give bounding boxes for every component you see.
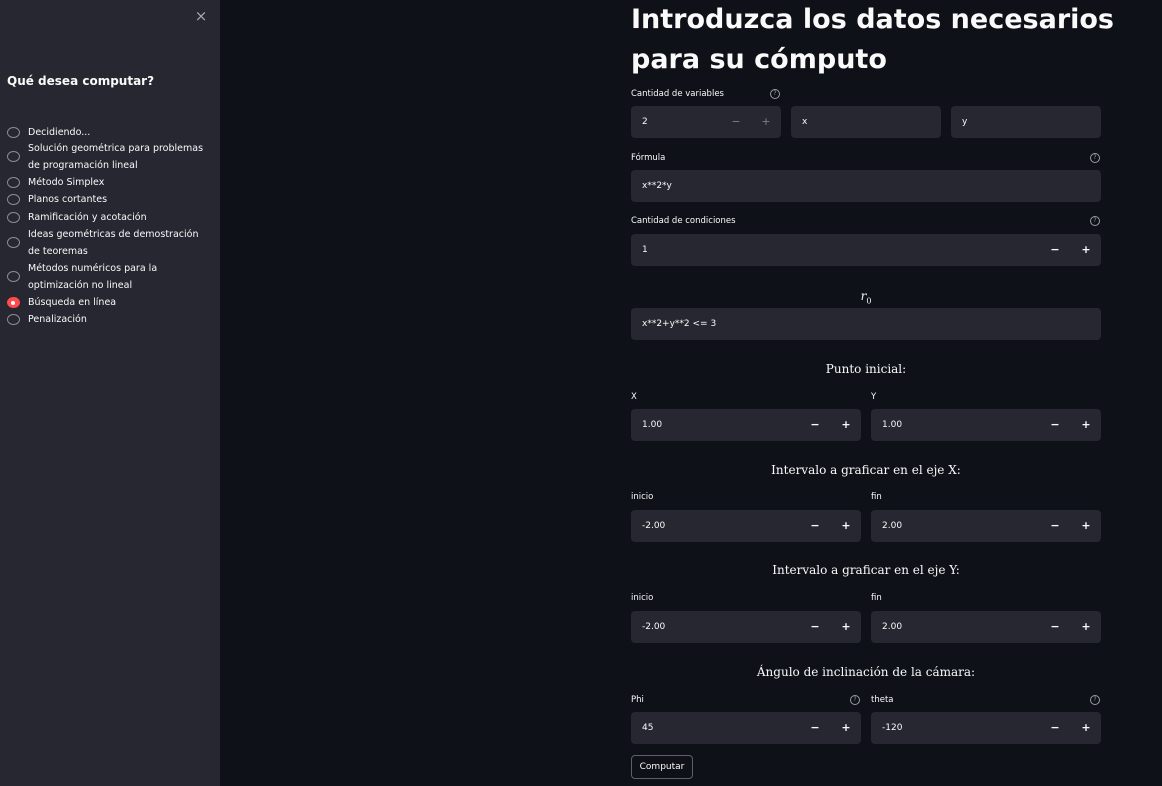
initial-y-value: 1.00 xyxy=(882,420,903,430)
decrement-button[interactable]: − xyxy=(1044,409,1066,441)
phi-stepper[interactable]: 45 − + xyxy=(631,712,861,744)
increment-button[interactable]: + xyxy=(835,510,857,542)
radio-option-penalizacion[interactable]: Penalización xyxy=(7,311,213,328)
initial-x-stepper[interactable]: 1.00 − + xyxy=(631,409,861,441)
increment-button[interactable]: + xyxy=(1075,611,1097,643)
radio-option-busqueda-en-linea[interactable]: Búsqueda en línea xyxy=(7,294,213,311)
theta-label: theta xyxy=(871,695,894,705)
initial-x-value: 1.00 xyxy=(642,420,663,430)
y-start-value: -2.00 xyxy=(642,622,666,632)
x-interval-heading: Intervalo a graficar en el eje X: xyxy=(771,463,961,477)
help-icon[interactable]: ? xyxy=(770,89,780,99)
increment-button[interactable]: + xyxy=(835,409,857,441)
sidebar: × Qué desea computar? Decidiendo... Solu… xyxy=(0,0,220,786)
radio-circle-icon xyxy=(7,212,20,223)
radio-label: Decidiendo... xyxy=(28,127,91,138)
radio-option-decidiendo[interactable]: Decidiendo... xyxy=(7,124,213,141)
formula-input[interactable]: x**2*y xyxy=(631,170,1101,202)
initial-point-heading: Punto inicial: xyxy=(825,362,907,376)
increment-button[interactable]: + xyxy=(1075,712,1097,744)
radio-label: Búsqueda en línea xyxy=(28,297,117,308)
help-icon[interactable]: ? xyxy=(1090,153,1100,163)
close-sidebar-icon[interactable]: × xyxy=(193,7,209,25)
x-end-label: fin xyxy=(871,492,882,502)
page-title: Introduzca los datos necesarios para su … xyxy=(631,4,1115,75)
theta-value: -120 xyxy=(882,723,903,733)
radio-label: Solución geométrica para problemas de pr… xyxy=(28,143,204,171)
help-icon[interactable]: ? xyxy=(1090,695,1100,705)
y-end-label: fin xyxy=(871,593,882,603)
y-start-label: inicio xyxy=(631,593,654,603)
variable-1-input[interactable]: x xyxy=(791,106,941,138)
decrement-button[interactable]: − xyxy=(1044,510,1066,542)
radio-circle-icon xyxy=(7,177,20,188)
variables-count-label: Cantidad de variables xyxy=(631,89,724,99)
sidebar-title: Qué desea computar? xyxy=(7,74,155,88)
radio-label: Penalización xyxy=(28,314,87,325)
radio-circle-icon xyxy=(7,314,20,325)
radio-option-ideas-geometricas[interactable]: Ideas geométricas de demostración de teo… xyxy=(7,226,213,260)
help-icon[interactable]: ? xyxy=(850,695,860,705)
variable-2-input[interactable]: y xyxy=(951,106,1101,138)
radio-label: Ideas geométricas de demostración de teo… xyxy=(28,229,199,257)
initial-y-stepper[interactable]: 1.00 − + xyxy=(871,409,1101,441)
phi-label: Phi xyxy=(631,695,644,705)
conditions-count-value: 1 xyxy=(642,245,648,255)
increment-button[interactable]: + xyxy=(1075,510,1097,542)
camera-angle-heading: Ángulo de inclinación de la cámara: xyxy=(756,665,976,679)
x-end-value: 2.00 xyxy=(882,521,903,531)
compute-button[interactable]: Computar xyxy=(631,755,693,779)
conditions-count-label: Cantidad de condiciones xyxy=(631,216,736,226)
decrement-button[interactable]: − xyxy=(804,510,826,542)
variables-count-value: 2 xyxy=(642,117,648,127)
radio-circle-icon xyxy=(7,237,20,248)
y-interval-heading: Intervalo a graficar en el eje Y: xyxy=(772,563,960,577)
initial-x-label: X xyxy=(631,392,637,402)
decrement-button[interactable]: − xyxy=(804,409,826,441)
increment-button[interactable]: + xyxy=(835,611,857,643)
radio-selected-icon xyxy=(7,297,20,308)
radio-circle-icon xyxy=(7,151,20,162)
y-start-stepper[interactable]: -2.00 − + xyxy=(631,611,861,643)
radio-option-metodos-numericos[interactable]: Métodos numéricos para la optimización n… xyxy=(7,260,213,294)
decrement-button[interactable]: − xyxy=(725,106,747,138)
radio-label: Método Simplex xyxy=(28,177,105,188)
radio-option-metodo-simplex[interactable]: Método Simplex xyxy=(7,174,213,191)
decrement-button[interactable]: − xyxy=(1044,234,1066,266)
x-start-stepper[interactable]: -2.00 − + xyxy=(631,510,861,542)
x-start-label: inicio xyxy=(631,492,654,502)
conditions-count-stepper[interactable]: 1 − + xyxy=(631,234,1101,266)
radio-circle-icon xyxy=(7,194,20,205)
formula-label: Fórmula xyxy=(631,153,666,163)
theta-stepper[interactable]: -120 − + xyxy=(871,712,1101,744)
radio-label: Métodos numéricos para la optimización n… xyxy=(28,263,158,291)
radio-label: Ramificación y acotación xyxy=(28,212,147,223)
increment-button[interactable]: + xyxy=(835,712,857,744)
radio-option-planos-cortantes[interactable]: Planos cortantes xyxy=(7,191,213,208)
increment-button[interactable]: + xyxy=(755,106,777,138)
initial-y-label: Y xyxy=(871,392,877,402)
condition-r0-input[interactable]: x**2+y**2 <= 3 xyxy=(631,308,1101,340)
radio-option-ramificacion[interactable]: Ramificación y acotación xyxy=(7,209,213,226)
y-end-stepper[interactable]: 2.00 − + xyxy=(871,611,1101,643)
help-icon[interactable]: ? xyxy=(1090,216,1100,226)
radio-circle-icon xyxy=(7,127,20,138)
decrement-button[interactable]: − xyxy=(1044,611,1066,643)
decrement-button[interactable]: − xyxy=(804,611,826,643)
y-end-value: 2.00 xyxy=(882,622,903,632)
decrement-button[interactable]: − xyxy=(1044,712,1066,744)
x-start-value: -2.00 xyxy=(642,521,666,531)
phi-value: 45 xyxy=(642,723,654,733)
increment-button[interactable]: + xyxy=(1075,409,1097,441)
radio-label: Planos cortantes xyxy=(28,194,108,205)
variables-count-stepper[interactable]: 2 − + xyxy=(631,106,781,138)
radio-option-solucion-geometrica[interactable]: Solución geométrica para problemas de pr… xyxy=(7,140,213,174)
radio-circle-icon xyxy=(7,271,20,282)
decrement-button[interactable]: − xyxy=(804,712,826,744)
increment-button[interactable]: + xyxy=(1075,234,1097,266)
x-end-stepper[interactable]: 2.00 − + xyxy=(871,510,1101,542)
condition-r0-label: r0 xyxy=(860,289,872,306)
